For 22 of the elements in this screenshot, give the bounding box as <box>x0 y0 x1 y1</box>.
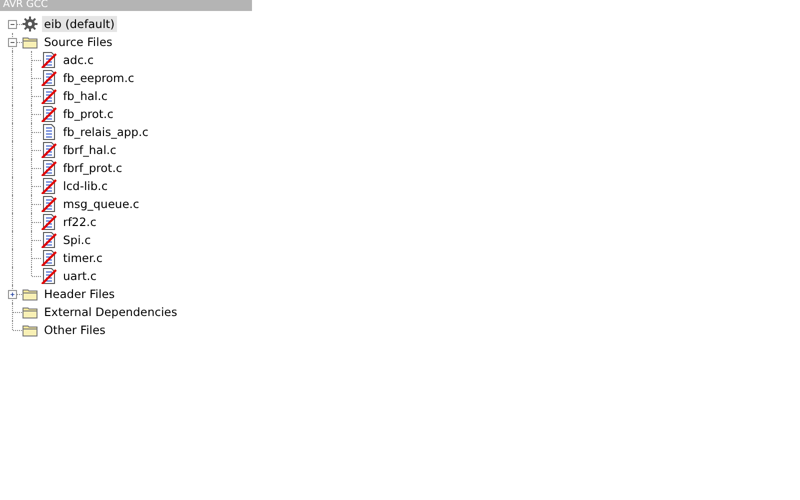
tree-item[interactable]: Spi.c <box>61 232 93 248</box>
collapse-icon[interactable] <box>8 38 17 47</box>
expand-icon[interactable] <box>8 290 17 299</box>
tree-item[interactable]: lcd-lib.c <box>61 178 110 194</box>
tree-item[interactable]: rf22.c <box>61 214 98 230</box>
tree-item[interactable]: Source Files <box>42 34 114 50</box>
tree-item[interactable]: timer.c <box>61 250 105 266</box>
tree-item[interactable]: fb_relais_app.c <box>61 124 150 140</box>
tree-item[interactable]: fb_eeprom.c <box>61 70 136 86</box>
tree-item[interactable]: Header Files <box>42 286 117 302</box>
tree-item[interactable]: fb_hal.c <box>61 88 110 104</box>
tree-item[interactable]: fbrf_prot.c <box>61 160 124 176</box>
tree-item[interactable]: Other Files <box>42 322 108 338</box>
gear-icon <box>22 16 38 32</box>
tree-item[interactable]: External Dependencies <box>42 304 180 320</box>
collapse-icon[interactable] <box>8 20 17 29</box>
tree-item[interactable]: eib (default) <box>42 16 117 32</box>
tree-item[interactable]: fb_prot.c <box>61 106 116 122</box>
tree-item[interactable]: adc.c <box>61 52 96 68</box>
tree-item[interactable]: msg_queue.c <box>61 196 142 212</box>
tree-item[interactable]: uart.c <box>61 268 99 284</box>
tree-item[interactable]: fbrf_hal.c <box>61 142 118 158</box>
